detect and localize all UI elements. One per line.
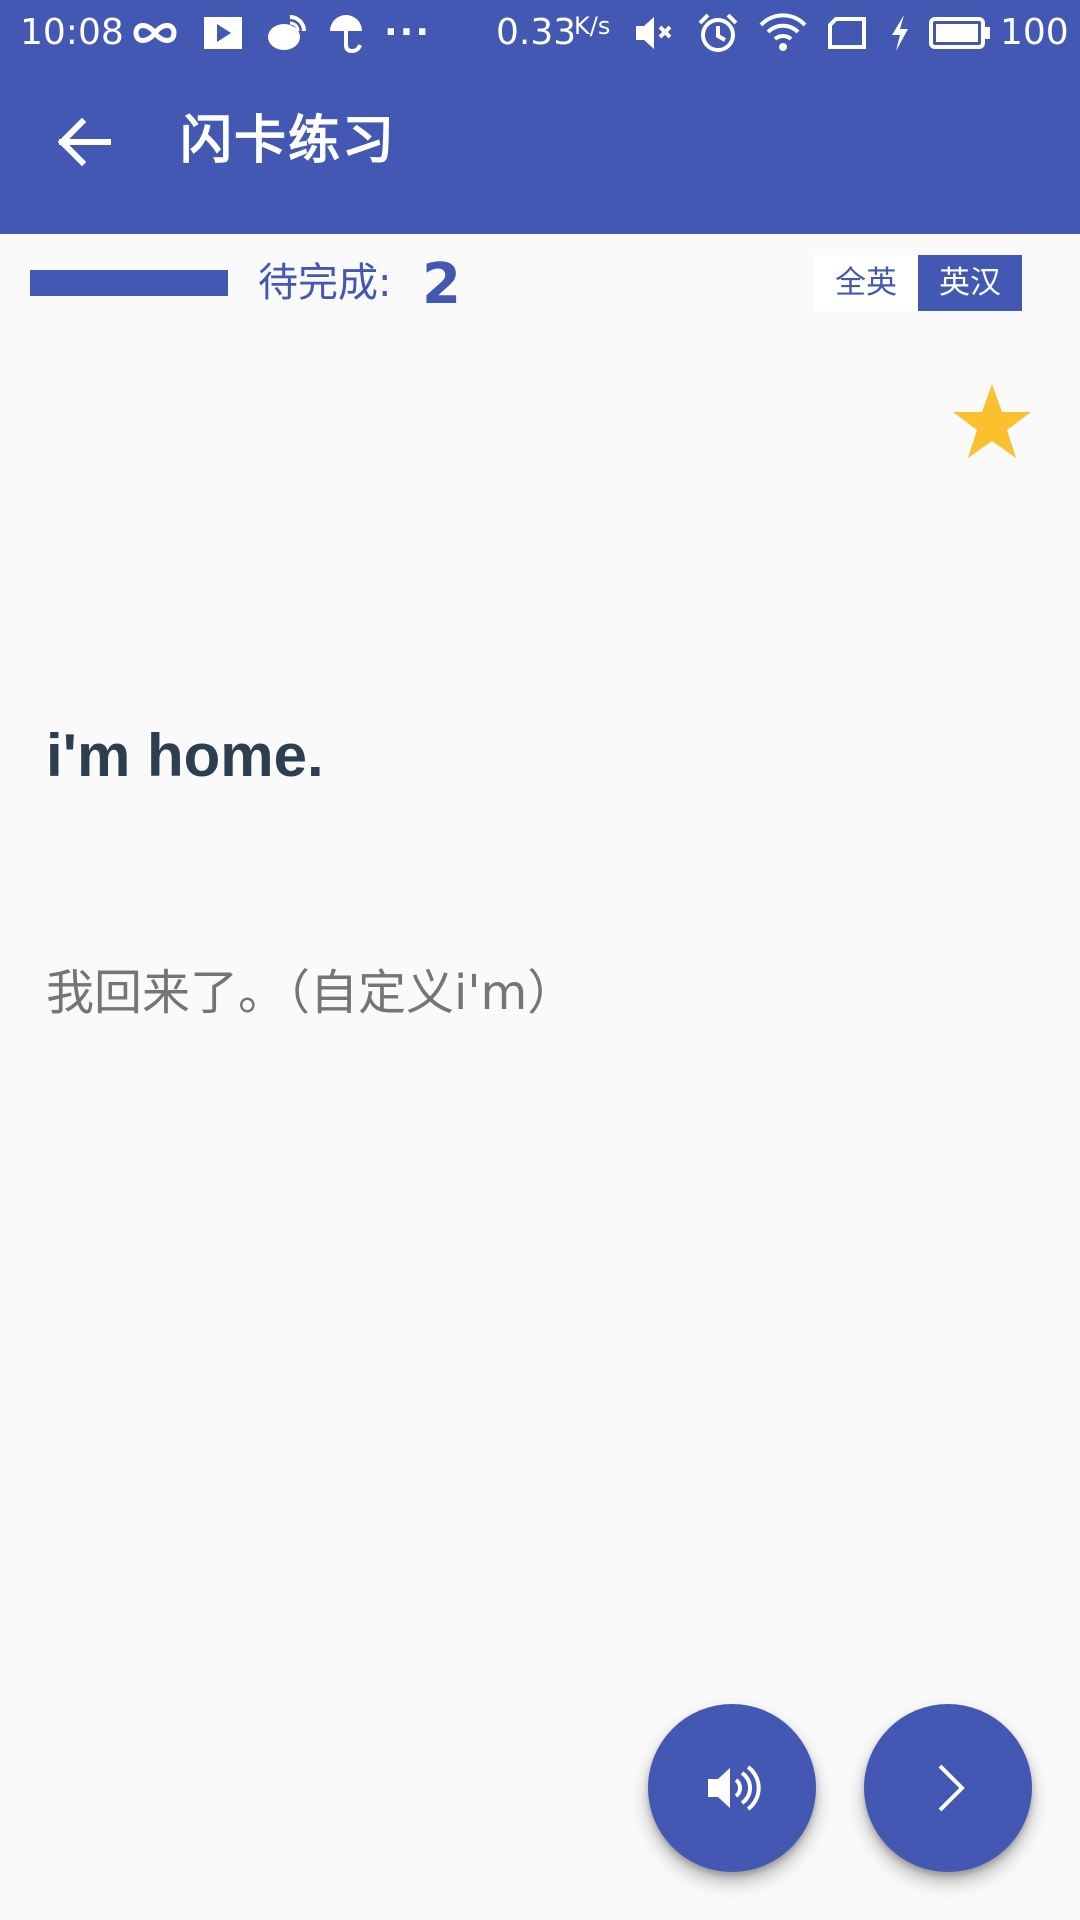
- play-icon: [204, 17, 242, 49]
- status-time: 10:08: [20, 12, 124, 53]
- arrow-back-icon: [57, 117, 111, 167]
- app-bar: 闪卡练习: [0, 66, 1080, 234]
- net-speed-unit: K/s: [574, 12, 611, 40]
- alarm-icon: [698, 13, 738, 52]
- infinity-icon: [133, 23, 177, 43]
- battery-icon: [929, 17, 990, 49]
- chevron-right-icon: [938, 1764, 965, 1812]
- speak-button[interactable]: [648, 1704, 816, 1872]
- back-button[interactable]: [44, 102, 124, 182]
- page-title: 闪卡练习: [180, 111, 397, 171]
- sim-icon: [828, 17, 866, 49]
- pending-label: 待完成:: [258, 260, 392, 306]
- battery-level: 100: [1000, 12, 1069, 53]
- pending-count: 2: [422, 252, 461, 317]
- weibo-icon: [268, 15, 306, 50]
- charging-icon: [892, 15, 908, 51]
- mode-all-english-button[interactable]: 全英: [814, 255, 918, 311]
- progress-bar: [30, 270, 228, 296]
- wifi-icon: [759, 13, 807, 51]
- status-bar: 10:08 ··· 0.33 K/s 100: [0, 0, 1080, 66]
- next-button[interactable]: [864, 1704, 1032, 1872]
- mode-toggle: 全英 英汉: [814, 255, 1022, 311]
- speaker-icon: [708, 1765, 761, 1811]
- mode-english-chinese-button[interactable]: 英汉: [918, 255, 1022, 311]
- mute-icon: [636, 17, 672, 49]
- umbrella-icon: [330, 15, 362, 54]
- card-word: i'm home.: [46, 722, 324, 789]
- net-speed: 0.33: [496, 12, 577, 53]
- card-meaning: 我回来了。（自定义i'm）: [46, 965, 576, 1021]
- status-more: ···: [384, 12, 432, 53]
- star-icon: [953, 384, 1031, 458]
- favorite-button[interactable]: [950, 380, 1034, 464]
